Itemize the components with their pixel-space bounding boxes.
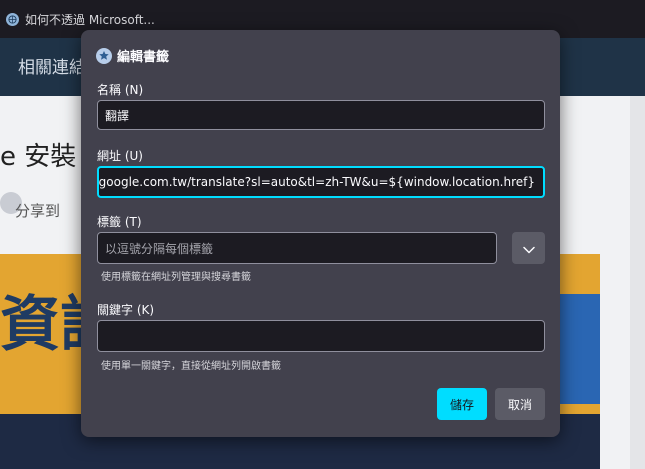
banner-accent xyxy=(560,294,600,404)
article-title: e 安裝 xyxy=(0,142,77,172)
dialog-header: 編輯書籤 xyxy=(96,46,169,65)
bookmark-star-icon xyxy=(96,47,112,64)
keyword-field[interactable] xyxy=(97,320,545,352)
tab-title: 如何不透過 Microsoft... xyxy=(25,12,155,27)
name-field[interactable]: 翻譯 xyxy=(97,100,545,130)
globe-icon xyxy=(6,12,19,26)
banner-text: 資訊 xyxy=(0,290,90,360)
url-field[interactable]: late.google.com.tw/translate?sl=auto&tl=… xyxy=(97,166,545,198)
edit-bookmark-dialog: 編輯書籤 名稱 (N) 翻譯 網址 (U) late.google.com.tw… xyxy=(81,30,560,437)
cancel-button[interactable]: 取消 xyxy=(495,388,545,420)
keyword-label: 關鍵字 (K) xyxy=(97,303,155,317)
dialog-title: 編輯書籤 xyxy=(117,50,170,65)
url-label: 網址 (U) xyxy=(97,149,143,163)
name-label: 名稱 (N) xyxy=(97,83,144,97)
site-nav-link[interactable]: 相關連結 xyxy=(18,53,88,78)
chevron-down-icon xyxy=(522,239,535,258)
page-scrollbar[interactable] xyxy=(630,96,645,469)
name-value: 翻譯 xyxy=(105,108,130,123)
keyword-hint: 使用單一關鍵字，直接從網址列開啟書籤 xyxy=(101,361,281,372)
tags-label: 標籤 (T) xyxy=(97,215,142,229)
tags-dropdown-button[interactable] xyxy=(512,232,545,264)
url-value: late.google.com.tw/translate?sl=auto&tl=… xyxy=(97,175,535,189)
tags-hint: 使用標籤在網址列管理與搜尋書籤 xyxy=(101,272,251,283)
save-button[interactable]: 儲存 xyxy=(437,388,487,420)
tags-field[interactable]: 以逗號分隔每個標籤 xyxy=(97,232,497,264)
tags-placeholder: 以逗號分隔每個標籤 xyxy=(105,241,214,256)
